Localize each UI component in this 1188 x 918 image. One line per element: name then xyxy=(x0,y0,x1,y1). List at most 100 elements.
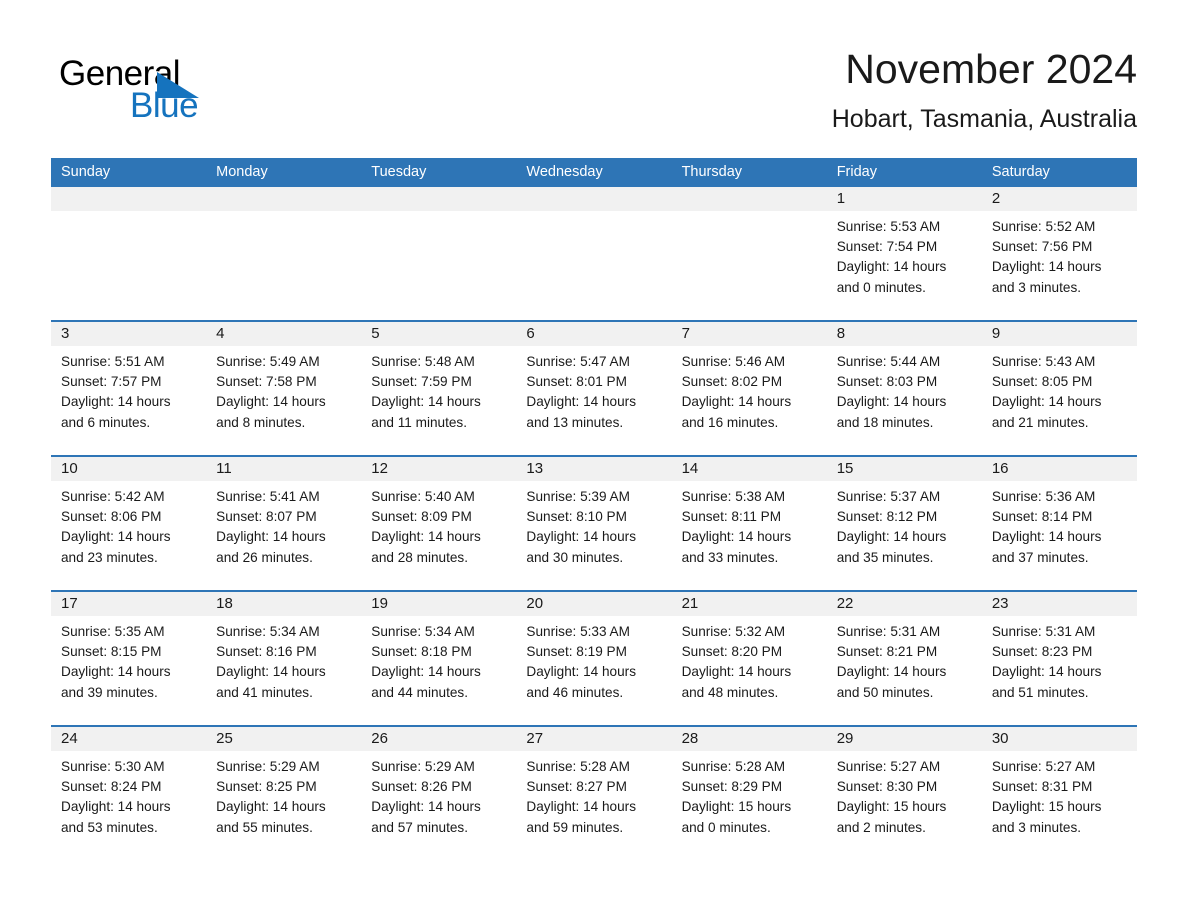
calendar-day-cell[interactable]: 25 Sunrise: 5:29 AM Sunset: 8:25 PM Dayligh… xyxy=(206,727,362,860)
day-details: Sunrise: 5:28 AM Sunset: 8:29 PM Daylight:… xyxy=(672,751,827,838)
sunrise-text: Sunrise: 5:37 AM xyxy=(836,489,941,504)
day-number-band: 1 xyxy=(826,187,982,211)
day-number-band: 5 xyxy=(361,322,517,346)
day-number-band xyxy=(361,187,517,211)
daylight-text-line1: Daylight: 14 hours xyxy=(216,529,326,545)
daylight-text-line2: and 0 minutes. xyxy=(836,279,926,295)
day-number: 9 xyxy=(991,325,1001,342)
daylight-text-line1: Daylight: 14 hours xyxy=(526,529,636,545)
calendar-day-cell[interactable]: 8 Sunrise: 5:44 AM Sunset: 8:03 PM Daylight… xyxy=(826,322,982,455)
calendar-day-cell[interactable]: 12 Sunrise: 5:40 AM Sunset: 8:09 PM Dayligh… xyxy=(361,457,517,590)
weekday-header-tuesday: Tuesday xyxy=(371,164,427,180)
calendar-day-cell[interactable]: 9 Sunrise: 5:43 AM Sunset: 8:05 PM Daylight… xyxy=(981,322,1137,455)
calendar-day-cell[interactable]: 10 Sunrise: 5:42 AM Sunset: 8:06 PM Dayligh… xyxy=(51,457,207,590)
day-number-band: 8 xyxy=(826,322,982,346)
day-number: 14 xyxy=(681,460,699,477)
calendar-day-cell[interactable]: 3 Sunrise: 5:51 AM Sunset: 7:57 PM Daylight… xyxy=(51,322,207,455)
daylight-text-line1: Daylight: 14 hours xyxy=(991,664,1102,680)
calendar-day-cell[interactable]: 26 Sunrise: 5:29 AM Sunset: 8:26 PM Dayligh… xyxy=(361,727,517,860)
calendar-day-cell[interactable]: 17 Sunrise: 5:35 AM Sunset: 8:15 PM Dayligh… xyxy=(51,592,207,725)
daylight-text-line2: and 6 minutes. xyxy=(61,414,151,430)
calendar-day-cell[interactable]: 13 Sunrise: 5:39 AM Sunset: 8:10 PM Dayligh… xyxy=(516,457,672,590)
day-number-band: 3 xyxy=(51,322,207,346)
calendar-day-cell[interactable]: 28 Sunrise: 5:28 AM Sunset: 8:29 PM Dayligh… xyxy=(671,727,827,860)
sunrise-text: Sunrise: 5:46 AM xyxy=(681,354,786,369)
sunset-text: Sunset: 7:56 PM xyxy=(991,239,1093,255)
calendar-day-cell-empty xyxy=(361,187,517,320)
day-details: Sunrise: 5:35 AM Sunset: 8:15 PM Daylight:… xyxy=(51,616,206,703)
day-number: 19 xyxy=(371,595,388,612)
calendar-day-cell[interactable]: 16 Sunrise: 5:36 AM Sunset: 8:14 PM Dayligh… xyxy=(981,457,1137,590)
calendar-day-cell[interactable]: 23 Sunrise: 5:31 AM Sunset: 8:23 PM Dayligh… xyxy=(981,592,1137,725)
daylight-text-line1: Daylight: 14 hours xyxy=(371,394,481,410)
sunrise-text: Sunrise: 5:34 AM xyxy=(371,624,475,639)
day-number-band: 2 xyxy=(981,187,1137,211)
day-number: 7 xyxy=(681,325,690,342)
daylight-text-line1: Daylight: 14 hours xyxy=(681,664,792,680)
sunset-text: Sunset: 8:15 PM xyxy=(61,644,162,660)
calendar-day-cell[interactable]: 19 Sunrise: 5:34 AM Sunset: 8:18 PM Dayligh… xyxy=(361,592,517,725)
generalblue-logo: General Blue xyxy=(59,54,319,130)
calendar-day-cell[interactable]: 2 Sunrise: 5:52 AM Sunset: 7:56 PM Daylight… xyxy=(981,187,1137,320)
calendar-week-row: 17 Sunrise: 5:35 AM Sunset: 8:15 PM Dayligh… xyxy=(51,590,1137,725)
sunset-text: Sunset: 8:02 PM xyxy=(681,374,783,390)
calendar-day-cell[interactable]: 27 Sunrise: 5:28 AM Sunset: 8:27 PM Dayligh… xyxy=(516,727,672,860)
day-details: Sunrise: 5:43 AM Sunset: 8:05 PM Daylight:… xyxy=(982,346,1137,433)
calendar-day-cell[interactable]: 6 Sunrise: 5:47 AM Sunset: 8:01 PM Daylight… xyxy=(516,322,672,455)
sunrise-text: Sunrise: 5:43 AM xyxy=(991,354,1096,369)
calendar-day-cell[interactable]: 14 Sunrise: 5:38 AM Sunset: 8:11 PM Dayligh… xyxy=(671,457,827,590)
sunrise-text: Sunrise: 5:28 AM xyxy=(681,759,786,774)
day-details: Sunrise: 5:47 AM Sunset: 8:01 PM Daylight:… xyxy=(516,346,671,433)
calendar-day-cell[interactable]: 1 Sunrise: 5:53 AM Sunset: 7:54 PM Daylight… xyxy=(826,187,982,320)
day-number: 16 xyxy=(991,460,1009,477)
sunset-text: Sunset: 8:09 PM xyxy=(371,509,472,525)
daylight-text-line1: Daylight: 14 hours xyxy=(371,799,481,815)
sunrise-text: Sunrise: 5:38 AM xyxy=(681,489,786,504)
sunset-text: Sunset: 8:14 PM xyxy=(991,509,1093,525)
day-details: Sunrise: 5:46 AM Sunset: 8:02 PM Daylight:… xyxy=(672,346,827,433)
calendar-day-cell[interactable]: 29 Sunrise: 5:27 AM Sunset: 8:30 PM Dayligh… xyxy=(826,727,982,860)
calendar-day-cell[interactable]: 20 Sunrise: 5:33 AM Sunset: 8:19 PM Dayligh… xyxy=(516,592,672,725)
daylight-text-line1: Daylight: 14 hours xyxy=(836,664,947,680)
day-number: 20 xyxy=(526,595,544,612)
day-number-band: 18 xyxy=(206,592,362,616)
calendar-day-cell[interactable]: 4 Sunrise: 5:49 AM Sunset: 7:58 PM Daylight… xyxy=(206,322,362,455)
calendar-day-cell[interactable]: 15 Sunrise: 5:37 AM Sunset: 8:12 PM Dayligh… xyxy=(826,457,982,590)
sunrise-text: Sunrise: 5:41 AM xyxy=(216,489,320,504)
day-number-band: 20 xyxy=(516,592,672,616)
day-number: 3 xyxy=(61,325,70,342)
daylight-text-line1: Daylight: 14 hours xyxy=(681,394,792,410)
day-number-band: 7 xyxy=(671,322,827,346)
daylight-text-line1: Daylight: 14 hours xyxy=(216,799,326,815)
daylight-text-line1: Daylight: 14 hours xyxy=(991,394,1102,410)
sunset-text: Sunset: 8:06 PM xyxy=(61,509,162,525)
day-number-band: 12 xyxy=(361,457,517,481)
calendar-day-cell[interactable]: 18 Sunrise: 5:34 AM Sunset: 8:16 PM Dayligh… xyxy=(206,592,362,725)
calendar-day-cell[interactable]: 22 Sunrise: 5:31 AM Sunset: 8:21 PM Dayligh… xyxy=(826,592,982,725)
sunrise-text: Sunrise: 5:32 AM xyxy=(681,624,786,639)
sunrise-text: Sunrise: 5:53 AM xyxy=(836,219,941,234)
calendar-day-cell[interactable]: 21 Sunrise: 5:32 AM Sunset: 8:20 PM Dayligh… xyxy=(671,592,827,725)
daylight-text-line1: Daylight: 14 hours xyxy=(216,394,326,410)
day-number: 28 xyxy=(681,730,699,747)
daylight-text-line2: and 28 minutes. xyxy=(371,549,469,565)
calendar-day-cell[interactable]: 24 Sunrise: 5:30 AM Sunset: 8:24 PM Dayligh… xyxy=(51,727,207,860)
daylight-text-line1: Daylight: 14 hours xyxy=(526,664,636,680)
calendar-day-cell[interactable]: 11 Sunrise: 5:41 AM Sunset: 8:07 PM Dayligh… xyxy=(206,457,362,590)
daylight-text-line1: Daylight: 14 hours xyxy=(836,529,947,545)
sunrise-text: Sunrise: 5:31 AM xyxy=(991,624,1096,639)
location-subtitle: Hobart, Tasmania, Australia xyxy=(831,105,1137,133)
day-number: 17 xyxy=(61,595,78,612)
calendar-day-cell[interactable]: 5 Sunrise: 5:48 AM Sunset: 7:59 PM Daylight… xyxy=(361,322,517,455)
day-number-band: 28 xyxy=(671,727,827,751)
daylight-text-line2: and 53 minutes. xyxy=(61,819,158,835)
sunset-text: Sunset: 8:25 PM xyxy=(216,779,317,795)
day-details: Sunrise: 5:37 AM Sunset: 8:12 PM Daylight:… xyxy=(827,481,982,568)
day-number: 23 xyxy=(991,595,1009,612)
daylight-text-line1: Daylight: 15 hours xyxy=(991,799,1102,815)
day-number-band: 10 xyxy=(51,457,207,481)
calendar-day-cell[interactable]: 30 Sunrise: 5:27 AM Sunset: 8:31 PM Dayligh… xyxy=(981,727,1137,860)
calendar-day-cell[interactable]: 7 Sunrise: 5:46 AM Sunset: 8:02 PM Daylight… xyxy=(671,322,827,455)
sunset-text: Sunset: 8:18 PM xyxy=(371,644,472,660)
daylight-text-line2: and 41 minutes. xyxy=(216,684,313,700)
